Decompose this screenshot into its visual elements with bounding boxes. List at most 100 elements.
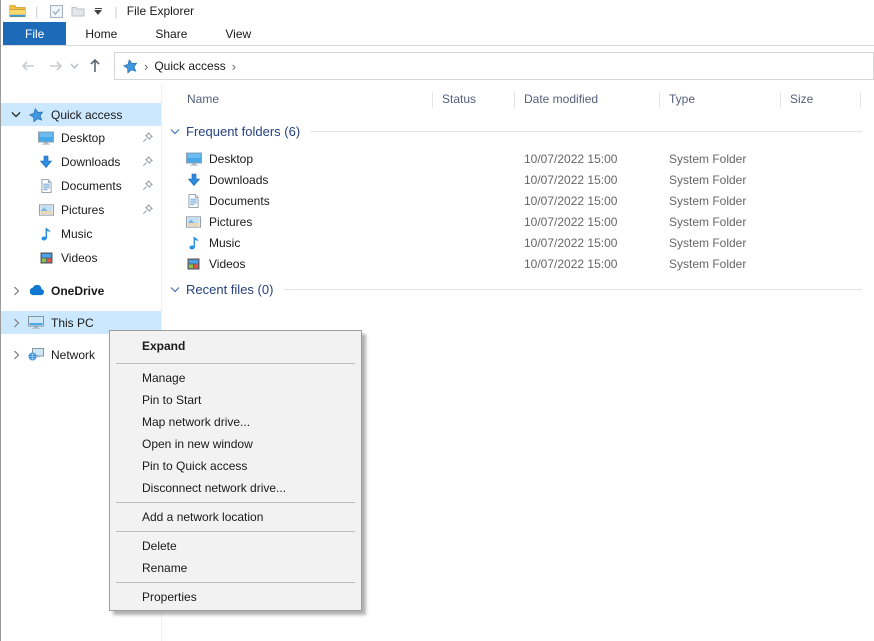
file-name: Videos: [209, 257, 245, 271]
sidebar-item-onedrive[interactable]: OneDrive: [1, 279, 161, 302]
sidebar-item-label: This PC: [51, 316, 94, 330]
context-menu-item-pin-to-start[interactable]: Pin to Start: [110, 389, 361, 411]
recent-locations-icon[interactable]: [67, 55, 81, 77]
ribbon-tab-bar: File Home Share View: [1, 22, 874, 46]
chevron-right-icon[interactable]: [10, 350, 22, 360]
column-header-type[interactable]: Type: [669, 92, 695, 106]
tab-share[interactable]: Share: [136, 22, 206, 45]
context-menu-item-delete[interactable]: Delete: [110, 535, 361, 557]
file-type: System Folder: [669, 194, 746, 208]
file-name: Music: [209, 236, 240, 250]
group-header-rule: [310, 131, 862, 132]
title-bar: | | File Explorer: [1, 0, 874, 22]
music-icon: [185, 236, 202, 250]
pin-icon: [142, 132, 153, 143]
column-divider[interactable]: [514, 92, 515, 108]
qat-dropdown-icon[interactable]: [91, 8, 105, 15]
file-row-downloads[interactable]: Downloads 10/07/2022 15:00 System Folder: [162, 169, 874, 190]
context-menu-item-properties[interactable]: Properties: [110, 586, 361, 608]
context-menu-item-add-network-location[interactable]: Add a network location: [110, 506, 361, 528]
context-menu-item-expand[interactable]: Expand: [110, 333, 361, 360]
file-row-desktop[interactable]: Desktop 10/07/2022 15:00 System Folder: [162, 148, 874, 169]
file-row-music[interactable]: Music 10/07/2022 15:00 System Folder: [162, 232, 874, 253]
file-row-pictures[interactable]: Pictures 10/07/2022 15:00 System Folder: [162, 211, 874, 232]
desktop-icon: [185, 152, 202, 166]
sidebar-item-label: Videos: [61, 251, 97, 265]
menu-separator: [116, 363, 355, 364]
forward-icon[interactable]: [45, 55, 67, 77]
sidebar-item-label: Desktop: [61, 131, 105, 145]
quick-access-star-icon: [122, 58, 140, 75]
new-folder-icon[interactable]: [69, 2, 87, 20]
tab-file[interactable]: File: [3, 22, 66, 45]
sidebar-item-label: Network: [51, 348, 95, 362]
file-explorer-window: | | File Explorer File Home Share View: [0, 0, 874, 641]
sidebar-item-documents[interactable]: Documents: [1, 174, 161, 197]
file-date-modified: 10/07/2022 15:00: [524, 173, 617, 187]
column-header-name[interactable]: Name: [187, 92, 219, 106]
file-date-modified: 10/07/2022 15:00: [524, 215, 617, 229]
breadcrumb-location[interactable]: Quick access: [154, 59, 225, 73]
file-row-videos[interactable]: Videos 10/07/2022 15:00 System Folder: [162, 253, 874, 274]
context-menu-item-rename[interactable]: Rename: [110, 557, 361, 579]
context-menu-item-map-network-drive[interactable]: Map network drive...: [110, 411, 361, 433]
chevron-down-icon[interactable]: [10, 110, 22, 119]
sidebar-item-desktop[interactable]: Desktop: [1, 126, 161, 149]
file-name: Pictures: [209, 215, 252, 229]
file-name: Downloads: [209, 173, 268, 187]
file-type: System Folder: [669, 152, 746, 166]
file-date-modified: 10/07/2022 15:00: [524, 257, 617, 271]
sidebar-item-videos[interactable]: Videos: [1, 246, 161, 269]
menu-separator: [116, 531, 355, 532]
context-menu-item-pin-to-quick-access[interactable]: Pin to Quick access: [110, 455, 361, 477]
context-menu-item-manage[interactable]: Manage: [110, 367, 361, 389]
menu-separator: [116, 582, 355, 583]
chevron-right-icon[interactable]: [10, 286, 22, 296]
pin-icon: [142, 180, 153, 191]
sidebar-item-pictures[interactable]: Pictures: [1, 198, 161, 221]
desktop-icon: [37, 131, 55, 145]
file-type: System Folder: [669, 173, 746, 187]
group-header-frequent-folders[interactable]: Frequent folders (6): [170, 122, 862, 140]
videos-icon: [37, 252, 55, 264]
column-header-date-modified[interactable]: Date modified: [524, 92, 598, 106]
navigation-bar: › Quick access ›: [1, 46, 874, 84]
group-header-label: Frequent folders (6): [186, 124, 300, 139]
column-header-status[interactable]: Status: [442, 92, 476, 106]
column-divider[interactable]: [659, 92, 660, 108]
column-divider[interactable]: [860, 92, 861, 108]
context-menu-item-disconnect-network-drive[interactable]: Disconnect network drive...: [110, 477, 361, 499]
downloads-icon: [185, 173, 202, 187]
chevron-right-icon[interactable]: [10, 318, 22, 328]
pictures-icon: [37, 204, 55, 216]
tab-home[interactable]: Home: [66, 22, 136, 45]
back-icon[interactable]: [17, 55, 39, 77]
up-icon[interactable]: [84, 55, 106, 77]
tab-view[interactable]: View: [206, 22, 270, 45]
context-menu-item-open-in-new-window[interactable]: Open in new window: [110, 433, 361, 455]
network-icon: [27, 348, 45, 361]
onedrive-icon: [27, 285, 45, 296]
file-type: System Folder: [669, 257, 746, 271]
sidebar-item-label: OneDrive: [51, 284, 104, 298]
column-divider[interactable]: [780, 92, 781, 108]
sidebar-item-label: Documents: [61, 179, 122, 193]
file-name: Desktop: [209, 152, 253, 166]
file-date-modified: 10/07/2022 15:00: [524, 152, 617, 166]
sidebar-item-quick-access[interactable]: Quick access: [1, 103, 161, 126]
sidebar-item-downloads[interactable]: Downloads: [1, 150, 161, 173]
breadcrumb-chevron-icon: ›: [144, 59, 148, 74]
window-title: File Explorer: [127, 4, 194, 18]
column-divider[interactable]: [432, 92, 433, 108]
sidebar-item-music[interactable]: Music: [1, 222, 161, 245]
sidebar-item-label: Music: [61, 227, 92, 241]
group-header-rule: [283, 289, 862, 290]
address-bar[interactable]: › Quick access ›: [114, 52, 874, 80]
chevron-down-icon: [170, 285, 180, 294]
properties-icon[interactable]: [47, 2, 65, 20]
file-row-documents[interactable]: Documents 10/07/2022 15:00 System Folder: [162, 190, 874, 211]
pin-icon: [142, 204, 153, 215]
breadcrumb-chevron-icon[interactable]: ›: [232, 59, 236, 74]
group-header-recent-files[interactable]: Recent files (0): [170, 280, 862, 298]
column-header-size[interactable]: Size: [790, 92, 813, 106]
